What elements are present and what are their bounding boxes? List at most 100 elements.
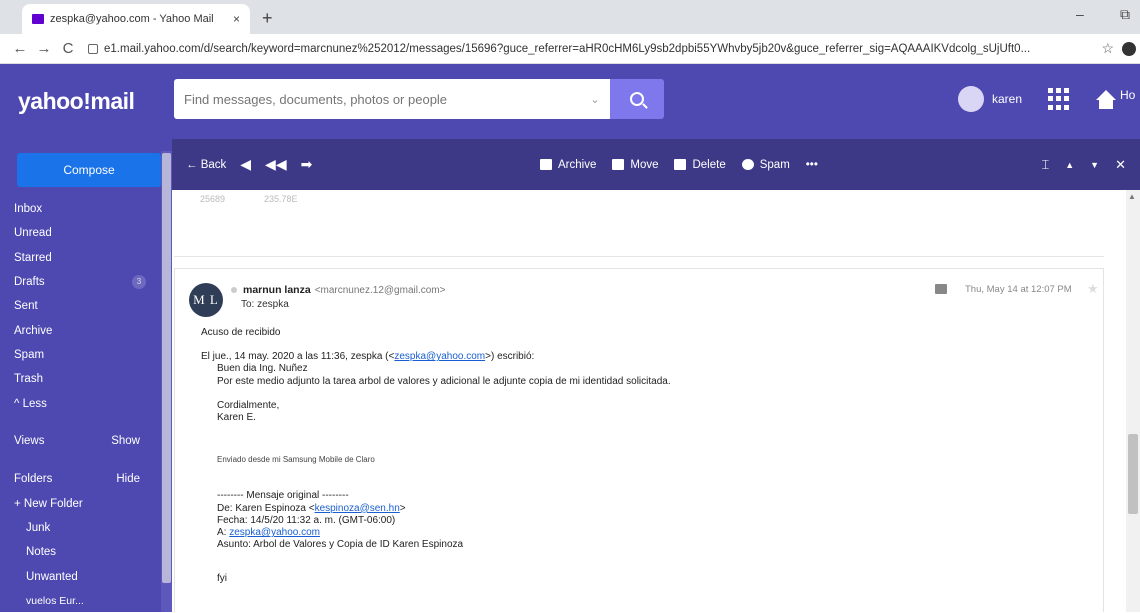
sidebar-less-toggle[interactable]: ^ Less bbox=[14, 391, 158, 415]
message-scrollbar-thumb[interactable] bbox=[1128, 434, 1138, 514]
bookmark-star-icon[interactable]: ☆ bbox=[1101, 40, 1114, 57]
quote-intro: El jue., 14 may. 2020 a las 11:36, zespk… bbox=[201, 351, 535, 363]
user-menu[interactable]: karen bbox=[958, 86, 1022, 112]
sidebar-item-unread[interactable]: Unread bbox=[14, 221, 158, 245]
search-options-chevron-icon[interactable]: ⌄ bbox=[580, 93, 610, 106]
search-button[interactable] bbox=[610, 79, 664, 119]
tab-title: zespka@yahoo.com - Yahoo Mail bbox=[50, 13, 214, 25]
next-message-icon[interactable]: ▼ bbox=[1090, 160, 1099, 170]
forward-icon[interactable]: ➡ bbox=[301, 156, 313, 173]
sender-avatar: M L bbox=[189, 283, 223, 317]
yahoo-header: yahoo!mail ⌄ karen Ho bbox=[0, 64, 1140, 139]
avatar bbox=[958, 86, 984, 112]
sender-name: marnun lanza bbox=[243, 284, 311, 296]
reply-all-icon[interactable]: ◀◀ bbox=[265, 156, 287, 173]
archive-icon bbox=[540, 159, 552, 170]
sidebar-item-vuelos[interactable]: vuelos Eur... bbox=[14, 589, 158, 613]
previous-message-fragment: 25689 bbox=[200, 194, 226, 204]
message-toolbar: ← Back ◀ ◀◀ ➡ Archive Move Delete Spam •… bbox=[172, 139, 1140, 190]
browser-profile-icon[interactable] bbox=[1122, 41, 1136, 56]
sidebar-item-archive[interactable]: Archive bbox=[14, 318, 158, 342]
close-icon[interactable]: ✕ bbox=[1115, 157, 1126, 173]
views-show-button[interactable]: Show bbox=[111, 435, 140, 447]
move-button[interactable]: Move bbox=[612, 159, 658, 171]
browser-tab-bar: zespka@yahoo.com - Yahoo Mail × + – ⧉ bbox=[0, 0, 1140, 34]
print-icon[interactable] bbox=[935, 284, 947, 294]
folders-label: Folders bbox=[14, 472, 53, 485]
sender-email: <marcnunez.12@gmail.com> bbox=[314, 284, 446, 296]
original-header: -------- Mensaje original -------- bbox=[217, 490, 349, 502]
message-scrollbar[interactable] bbox=[1126, 190, 1140, 612]
folders-hide-button[interactable]: Hide bbox=[116, 473, 140, 485]
views-section: Views Show bbox=[14, 428, 158, 454]
new-folder-button[interactable]: + New Folder bbox=[14, 492, 158, 516]
message-date: Thu, May 14 at 12:07 PM bbox=[965, 284, 1072, 295]
forward-arrow-icon[interactable]: → bbox=[32, 40, 56, 57]
reply-icon[interactable]: ◀ bbox=[240, 156, 251, 173]
more-actions-button[interactable]: ••• bbox=[806, 159, 818, 171]
back-button[interactable]: ← Back bbox=[186, 159, 226, 171]
sidebar-item-sent[interactable]: Sent bbox=[14, 294, 158, 318]
message-card: M L marnun lanza <marcnunez.12@gmail.com… bbox=[174, 268, 1104, 612]
from-email-link[interactable]: kespinoza@sen.hn bbox=[315, 503, 400, 514]
user-name: karen bbox=[992, 92, 1023, 106]
scroll-up-arrow-icon[interactable]: ▲ bbox=[1128, 192, 1136, 201]
sidebar-item-spam[interactable]: Spam bbox=[14, 343, 158, 367]
star-icon[interactable]: ★ bbox=[1087, 281, 1099, 297]
home-label: Ho bbox=[1120, 88, 1136, 102]
address-bar: ← → C e1.mail.yahoo.com/d/search/keyword… bbox=[0, 34, 1140, 64]
sidebar-item-junk[interactable]: Junk bbox=[14, 516, 158, 540]
sidebar-item-drafts[interactable]: Drafts 3 bbox=[14, 270, 158, 294]
tab-close-button[interactable]: × bbox=[233, 12, 240, 26]
to-email-link[interactable]: zespka@yahoo.com bbox=[229, 527, 320, 538]
quote-email-link[interactable]: zespka@yahoo.com bbox=[394, 351, 485, 362]
toolbar-right: ⌶ ▲ ▼ ✕ bbox=[1025, 157, 1126, 173]
apps-grid-icon[interactable] bbox=[1048, 88, 1070, 110]
url-field[interactable]: e1.mail.yahoo.com/d/search/keyword=marcn… bbox=[88, 43, 1093, 55]
sidebar-item-trash[interactable]: Trash bbox=[14, 367, 158, 391]
toolbar-actions: Archive Move Delete Spam ••• bbox=[540, 159, 834, 171]
home-icon bbox=[1096, 90, 1116, 109]
expand-icon[interactable]: ⌶ bbox=[1041, 157, 1049, 173]
lock-icon bbox=[88, 43, 98, 54]
reload-icon[interactable]: C bbox=[56, 40, 80, 57]
previous-message-icon[interactable]: ▲ bbox=[1065, 160, 1074, 170]
browser-tab[interactable]: zespka@yahoo.com - Yahoo Mail × bbox=[22, 4, 250, 34]
sidebar: Compose Inbox Unread Starred Drafts 3 Sen… bbox=[0, 139, 172, 612]
quoted-text: Buen dia Ing. Nuñez Por este medio adjun… bbox=[217, 363, 1081, 585]
search-box[interactable]: ⌄ bbox=[174, 79, 610, 119]
restore-button[interactable]: ⧉ bbox=[1120, 6, 1130, 23]
back-arrow-icon[interactable]: ← bbox=[8, 40, 32, 57]
message-pane: 25689 235.78E M L marnun lanza <marcnune… bbox=[172, 190, 1126, 612]
sidebar-item-starred[interactable]: Starred bbox=[14, 246, 158, 270]
search-icon bbox=[630, 92, 644, 106]
compose-button[interactable]: Compose bbox=[17, 153, 161, 187]
unread-dot-icon bbox=[231, 287, 237, 293]
delete-button[interactable]: Delete bbox=[674, 159, 726, 171]
spam-button[interactable]: Spam bbox=[741, 159, 790, 171]
sender-line[interactable]: marnun lanza <marcnunez.12@gmail.com> bbox=[231, 284, 445, 296]
trash-icon bbox=[674, 159, 687, 170]
message-body: Acuso de recibido El jue., 14 may. 2020 … bbox=[201, 327, 1081, 586]
minimize-button[interactable]: – bbox=[1076, 6, 1084, 22]
sidebar-item-unwanted[interactable]: Unwanted bbox=[14, 565, 158, 589]
views-label: Views bbox=[14, 434, 45, 447]
recipient-line: To: zespka bbox=[241, 299, 289, 310]
shield-icon bbox=[741, 159, 754, 170]
new-tab-button[interactable]: + bbox=[262, 8, 273, 29]
sent-from-line: Enviado desde mi Samsung Mobile de Claro bbox=[217, 455, 375, 465]
divider bbox=[174, 256, 1104, 257]
folders-section: Folders Hide bbox=[14, 466, 158, 492]
archive-button[interactable]: Archive bbox=[540, 159, 596, 171]
previous-message-fragment-2: 235.78E bbox=[264, 194, 298, 204]
search-input[interactable] bbox=[184, 91, 580, 107]
sidebar-item-notes[interactable]: Notes bbox=[14, 540, 158, 564]
yahoo-mail-logo[interactable]: yahoo!mail bbox=[18, 88, 135, 115]
folder-list: Inbox Unread Starred Drafts 3 Sent Archiv… bbox=[14, 197, 158, 613]
sidebar-item-inbox[interactable]: Inbox bbox=[14, 197, 158, 221]
move-icon bbox=[612, 159, 625, 170]
sidebar-scrollbar-thumb[interactable] bbox=[162, 153, 171, 583]
drafts-count-badge: 3 bbox=[132, 275, 146, 290]
body-ack: Acuso de recibido bbox=[201, 327, 281, 338]
home-link[interactable]: Ho bbox=[1096, 88, 1136, 109]
